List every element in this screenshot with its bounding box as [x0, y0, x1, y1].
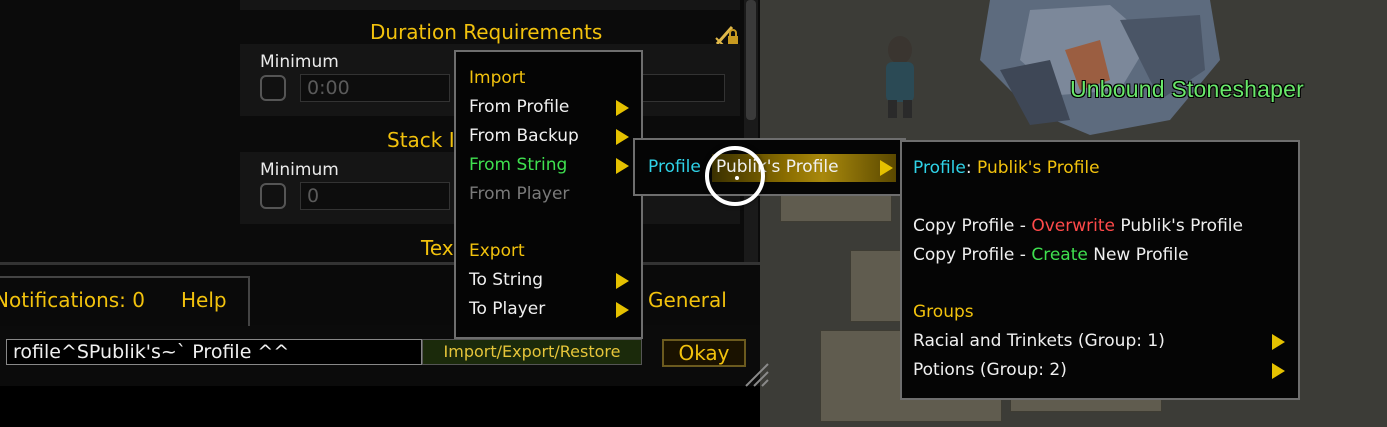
- copy-create-action: Create: [1031, 245, 1088, 265]
- menu-header-groups: Groups: [913, 302, 974, 322]
- npc-nameplate[interactable]: Unbound Stoneshaper: [1070, 76, 1304, 103]
- profile-title-name: Publik's Profile: [977, 158, 1100, 178]
- import-string-input[interactable]: rofile^SPublik's~` Profile ^^: [6, 339, 422, 365]
- submenu-arrow-icon: [616, 100, 629, 116]
- import-export-restore-button[interactable]: Import/Export/Restore: [422, 339, 642, 365]
- tab-general[interactable]: General: [648, 288, 727, 312]
- submenu-arrow-icon: [616, 129, 629, 145]
- submenu-item-prefix: Profile: [648, 157, 701, 177]
- menu-item-to-string[interactable]: To String: [469, 270, 543, 290]
- stack-minimum-checkbox[interactable]: [260, 183, 286, 209]
- menu-item-to-player[interactable]: To Player: [469, 299, 545, 319]
- cursor-dot: [735, 176, 739, 180]
- submenu-arrow-icon: [1272, 363, 1285, 379]
- scrollbar-thumb[interactable]: [746, 0, 756, 120]
- copy-create-pre: Copy Profile -: [913, 245, 1032, 265]
- stone-creature: [980, 0, 1220, 135]
- menu-item-copy-create[interactable]: Copy Profile - Create New Profile: [913, 245, 1189, 265]
- submenu-arrow-icon: [880, 160, 893, 176]
- duration-minimum-input[interactable]: 0:00: [300, 74, 450, 102]
- submenu-arrow-icon: [616, 158, 629, 174]
- copy-create-post: New Profile: [1093, 245, 1189, 265]
- menu-item-copy-overwrite[interactable]: Copy Profile - Overwrite Publik's Profil…: [913, 216, 1243, 236]
- menu-item-group-racial-trinkets[interactable]: Racial and Trinkets (Group: 1): [913, 331, 1165, 351]
- menu-item-from-player: From Player: [469, 184, 570, 204]
- submenu-arrow-icon: [616, 302, 629, 318]
- copy-overwrite-action: Overwrite: [1031, 216, 1115, 236]
- stack-minimum-input[interactable]: 0: [300, 182, 450, 210]
- submenu-arrow-icon: [616, 273, 629, 289]
- okay-button[interactable]: Okay: [662, 339, 746, 367]
- menu-item-from-profile[interactable]: From Profile: [469, 97, 569, 117]
- menu-item-from-string[interactable]: From String: [469, 155, 567, 175]
- submenu-arrow-icon: [1272, 334, 1285, 350]
- copy-overwrite-post: Publik's Profile: [1120, 216, 1243, 236]
- duration-minimum-checkbox[interactable]: [260, 75, 286, 101]
- menu-item-from-backup[interactable]: From Backup: [469, 126, 579, 146]
- menu-header-export: Export: [469, 241, 525, 261]
- tab-notifications[interactable]: Notifications: 0: [0, 288, 145, 312]
- section-block-top: [240, 0, 740, 10]
- copy-overwrite-pre: Copy Profile -: [913, 216, 1032, 236]
- menu-item-group-potions[interactable]: Potions (Group: 2): [913, 360, 1067, 380]
- duration-minimum-label: Minimum: [260, 52, 339, 72]
- profile-title: Profile: Publik's Profile: [913, 158, 1100, 178]
- duration-requirements-title: Duration Requirements: [370, 20, 603, 44]
- text-section-title: Tex: [421, 236, 454, 260]
- menu-header-import: Import: [469, 68, 526, 88]
- stack-requirements-title: Stack I: [387, 128, 455, 152]
- resize-grip-icon[interactable]: [742, 360, 772, 390]
- duration-maximum-input[interactable]: [640, 74, 725, 102]
- profile-title-prefix: Profile: [913, 158, 966, 178]
- stack-minimum-label: Minimum: [260, 160, 339, 180]
- profile-title-sep: :: [965, 158, 972, 178]
- tab-help[interactable]: Help: [181, 288, 227, 312]
- player-character: [886, 36, 914, 118]
